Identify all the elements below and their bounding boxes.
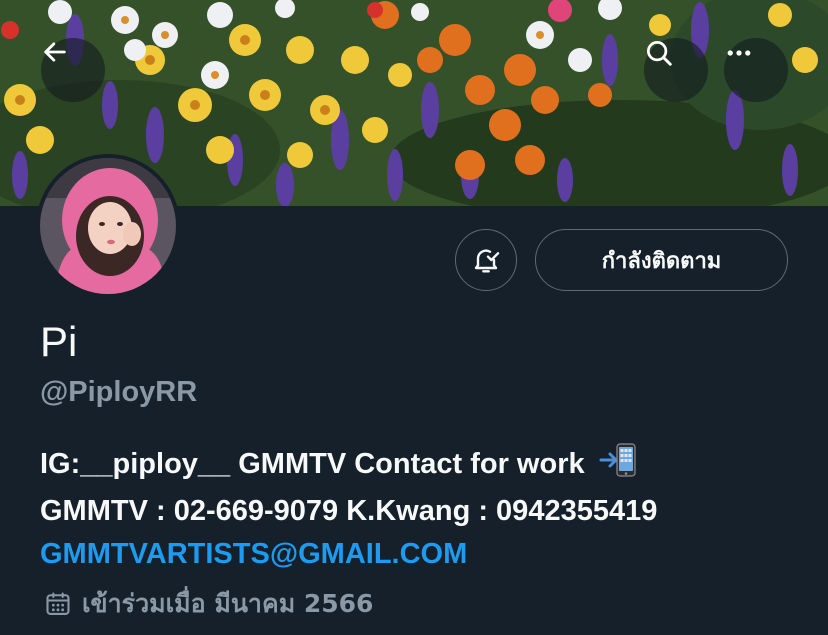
mobile-phone-arrow-icon: [599, 443, 637, 490]
display-name: Pi: [40, 318, 78, 365]
more-options-button[interactable]: [724, 38, 788, 102]
join-date-text: เข้าร่วมเมื่อ มีนาคม 2566: [82, 589, 374, 618]
search-icon: [647, 41, 672, 66]
calendar-icon: [44, 590, 72, 618]
bio-email-link[interactable]: GMMTVARTISTS@GMAIL.COM: [40, 533, 810, 576]
join-date: เข้าร่วมเมื่อ มีนาคม 2566: [44, 584, 373, 624]
avatar-photo: [40, 158, 176, 294]
bio-text: IG:__piploy__ GMMTV Contact for work: [40, 448, 585, 480]
search-button[interactable]: [644, 38, 708, 102]
avatar[interactable]: [36, 154, 180, 298]
more-horizontal-icon: [727, 50, 751, 56]
following-button[interactable]: กำลังติดตาม: [535, 229, 788, 291]
arrow-left-icon: [44, 42, 66, 62]
username-handle: @PiployRR: [40, 376, 198, 408]
profile-bio: IG:__piploy__ GMMTV Contact for work GMM…: [40, 443, 810, 576]
profile-page: กำลังติดตาม Pi @PiployRR IG:__piploy__ G…: [0, 0, 828, 635]
back-button[interactable]: [41, 38, 105, 102]
bio-line: IG:__piploy__ GMMTV Contact for work: [40, 443, 810, 490]
bio-line: GMMTV : 02-669-9079 K.Kwang : 0942355419: [40, 495, 658, 527]
notifications-button[interactable]: [455, 229, 517, 291]
bell-check-icon: [474, 249, 500, 273]
